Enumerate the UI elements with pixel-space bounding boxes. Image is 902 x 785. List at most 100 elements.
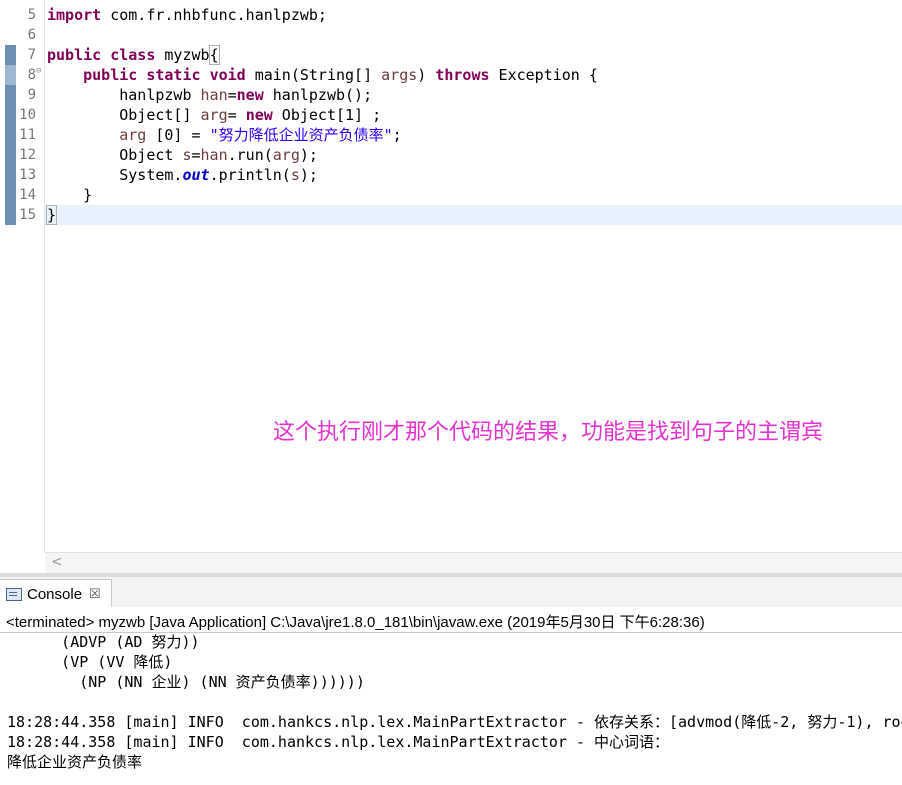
code-token: s bbox=[290, 166, 300, 184]
line-number: 7 bbox=[27, 47, 36, 63]
code-token: throws bbox=[435, 66, 490, 84]
scroll-left-icon[interactable]: < bbox=[51, 554, 63, 570]
code-token: = bbox=[191, 146, 201, 164]
console-line: (ADVP (AD 努力)) bbox=[7, 633, 200, 651]
code-token: out bbox=[182, 166, 210, 184]
code-token: new bbox=[245, 106, 273, 124]
code-token: han bbox=[200, 146, 228, 164]
close-icon[interactable]: ☒ bbox=[89, 586, 101, 602]
code-token: } bbox=[47, 186, 93, 204]
change-marker bbox=[5, 185, 16, 205]
console-line: 18:28:44.358 [main] INFO com.hankcs.nlp.… bbox=[7, 733, 670, 751]
line-number-gutter: ⊖ 5 6 7 8 9 10 11 12 13 14 15 bbox=[17, 0, 45, 552]
line-number: 9 bbox=[27, 87, 36, 103]
code-text-area[interactable]: import com.fr.nhbfunc.hanlpzwb; public cl… bbox=[45, 0, 902, 552]
change-marker bbox=[5, 85, 16, 105]
code-line[interactable]: } bbox=[45, 205, 58, 225]
code-token: hanlpzwb(); bbox=[263, 86, 373, 104]
code-token: s bbox=[182, 146, 192, 164]
line-number: 11 bbox=[19, 127, 36, 143]
code-token: new bbox=[236, 86, 264, 104]
text-cursor bbox=[56, 207, 58, 224]
console-tab-bar: Console ☒ bbox=[0, 577, 902, 608]
console-line: 18:28:44.358 [main] INFO com.hankcs.nlp.… bbox=[7, 713, 902, 731]
code-line[interactable]: Object[] arg= new Object[1] ; bbox=[47, 105, 381, 125]
change-marker bbox=[5, 145, 16, 165]
code-token: hanlpzwb bbox=[47, 86, 201, 104]
code-token: Exception { bbox=[489, 66, 598, 84]
line-number: 12 bbox=[19, 147, 36, 163]
code-token: = bbox=[227, 106, 246, 124]
code-token: Object[1] ; bbox=[272, 106, 382, 124]
code-line[interactable]: arg [0] = "努力降低企业资产负债率"; bbox=[47, 125, 402, 145]
code-token: arg bbox=[272, 146, 300, 164]
line-number: 10 bbox=[19, 107, 36, 123]
line-number: 14 bbox=[19, 187, 36, 203]
code-token: import bbox=[47, 6, 102, 24]
code-token: void bbox=[209, 66, 246, 84]
code-line[interactable]: public class myzwb{ bbox=[47, 45, 220, 65]
code-token: han bbox=[200, 86, 228, 104]
code-token: [0] = bbox=[146, 126, 210, 144]
horizontal-scrollbar[interactable]: < bbox=[45, 552, 902, 573]
console-line: 降低企业资产负债率 bbox=[7, 753, 143, 771]
code-token: class bbox=[110, 46, 156, 64]
code-token: Object bbox=[47, 146, 183, 164]
line-number: 15 bbox=[19, 207, 36, 223]
change-marker bbox=[5, 105, 16, 125]
code-token: ); bbox=[299, 146, 318, 164]
change-marker bbox=[5, 45, 16, 65]
code-token: ) bbox=[417, 66, 436, 84]
code-token: ; bbox=[392, 126, 402, 144]
annotation-text: 这个执行刚才那个代码的结果，功能是找到句子的主谓宾 bbox=[273, 420, 824, 445]
line-number: 8 bbox=[27, 67, 36, 83]
code-line[interactable]: System.out.println(s); bbox=[47, 165, 318, 185]
code-token: main(String[] bbox=[245, 66, 382, 84]
line-number: 13 bbox=[19, 167, 36, 183]
change-marker bbox=[5, 205, 16, 225]
code-token: .run( bbox=[227, 146, 273, 164]
code-editor[interactable]: ⊖ 5 6 7 8 9 10 11 12 13 14 15 import com.fr.nhbfun… bbox=[0, 0, 902, 573]
code-line[interactable]: import com.fr.nhbfunc.hanlpzwb; bbox=[47, 5, 327, 25]
code-token: com.fr.nhbfunc.hanlpzwb; bbox=[101, 6, 327, 24]
code-line[interactable]: public static void main(String[] args) t… bbox=[47, 65, 598, 85]
code-token: arg bbox=[119, 126, 147, 144]
code-token: .println( bbox=[209, 166, 291, 184]
fold-toggle-icon[interactable]: ⊖ bbox=[36, 66, 41, 76]
code-token: ); bbox=[299, 166, 318, 184]
console-output[interactable]: (ADVP (AD 努力)) (VP (VV 降低) (NP (NN 企业) (… bbox=[0, 632, 902, 785]
change-markers bbox=[5, 0, 17, 552]
code-line[interactable]: hanlpzwb han=new hanlpzwb(); bbox=[47, 85, 372, 105]
code-token: System. bbox=[47, 166, 183, 184]
line-number: 5 bbox=[27, 7, 36, 23]
console-line: (VP (VV 降低) bbox=[7, 653, 173, 671]
console-line: (NP (NN 企业) (NN 资产负债率)))))) bbox=[7, 673, 365, 691]
line-number: 6 bbox=[27, 27, 36, 43]
code-token: Object[] bbox=[47, 106, 201, 124]
code-token: public bbox=[47, 46, 102, 64]
code-token: static bbox=[146, 66, 201, 84]
change-marker bbox=[5, 65, 16, 85]
code-line[interactable]: Object s=han.run(arg); bbox=[47, 145, 318, 165]
console-icon bbox=[6, 587, 22, 601]
code-token: arg bbox=[200, 106, 228, 124]
tab-console-label: Console bbox=[27, 585, 83, 603]
code-token: { bbox=[208, 45, 220, 65]
code-token: public bbox=[83, 66, 138, 84]
tab-console[interactable]: Console ☒ bbox=[0, 579, 112, 608]
console-process-label: <terminated> myzwb [Java Application] C:… bbox=[6, 614, 705, 631]
code-token: } bbox=[45, 205, 58, 225]
code-token: = bbox=[227, 86, 237, 104]
change-marker bbox=[5, 125, 16, 145]
change-marker bbox=[5, 165, 16, 185]
code-token: myzwb bbox=[155, 46, 210, 64]
code-token: args bbox=[381, 66, 418, 84]
code-token: "努力降低企业资产负债率" bbox=[209, 126, 393, 144]
console-status-header: <terminated> myzwb [Java Application] C:… bbox=[0, 607, 902, 633]
code-line[interactable]: } bbox=[47, 185, 92, 205]
